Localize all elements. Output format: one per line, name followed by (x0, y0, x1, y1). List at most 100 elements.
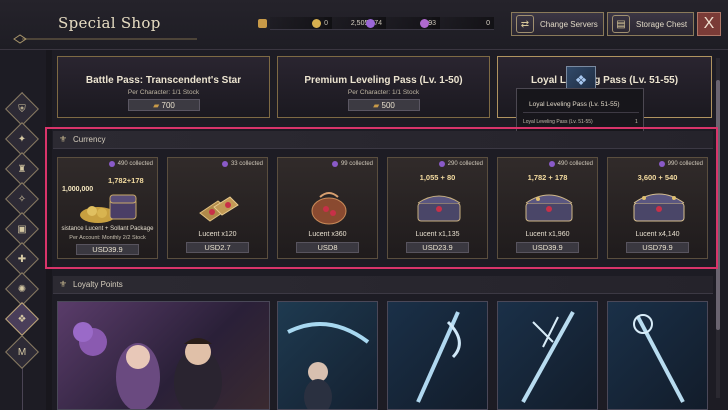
price-button[interactable]: USD39.9 (76, 244, 139, 255)
loyalty-item-weapon-3[interactable] (497, 301, 598, 410)
loyalty-item-weapon-1[interactable] (277, 301, 378, 410)
category-sidebar: ⛨ ✦ ♜ ✧ ▣ ✚ ✺ ❖ M (0, 50, 46, 410)
pass-price: 500 (381, 101, 395, 110)
pass-name: Loyal Leveling Pass (Lv. 51-55) (530, 75, 679, 86)
lucent-icon (221, 161, 228, 167)
ticket-icon: ▰ (153, 101, 160, 110)
server-icon: ⇄ (516, 15, 534, 33)
collected-count: 490 collected (108, 161, 153, 167)
storage-chest-label: Storage Chest (636, 19, 688, 29)
currency-item-lucent-360[interactable]: 99 collected Lucent x360 USD8 (277, 157, 378, 259)
title-ornament (13, 34, 197, 44)
price-button[interactable]: USD8 (296, 242, 359, 253)
storage-chest-button[interactable]: ▤ Storage Chest (607, 12, 694, 36)
item-name: Lucent x1,960 (525, 231, 570, 238)
loyalty-item-weapon-2[interactable] (387, 301, 488, 410)
lucent-icon (548, 161, 555, 167)
sidebar-item-helmet[interactable]: ♜ (5, 152, 39, 186)
scrollbar-thumb[interactable] (716, 80, 720, 330)
pass-icon: ✧ (17, 193, 27, 205)
currency-item-lucent-1135[interactable]: 290 collected 1,055 + 80 Lucent x1,135 U… (387, 157, 488, 259)
collected-count: 490 collected (548, 161, 593, 167)
medal-icon: M (17, 346, 27, 358)
price-button[interactable]: USD39.9 (516, 242, 579, 253)
bonus-amount: 1,055 + 80 (419, 173, 456, 182)
content-left-rail (46, 50, 52, 410)
currency-item-lucent-1960[interactable]: 490 collected 1,782 + 178 Lucent x1,960 … (497, 157, 598, 259)
bonus-amount: 3,600 + 540 (637, 173, 678, 182)
price-button[interactable]: USD23.9 (406, 242, 469, 253)
sollant-value: 0 (432, 16, 494, 30)
treasure-chest-image (80, 194, 137, 223)
item-stock: Per Account: Monthly 2/2 Stock (69, 235, 146, 241)
lucent-icon (366, 18, 375, 28)
weapon-image (521, 311, 575, 403)
collected-count: 990 collected (658, 161, 703, 167)
sollant-icon (420, 18, 429, 28)
pass-card-premium-leveling[interactable]: Premium Leveling Pass (Lv. 1-50) Per Cha… (277, 56, 490, 118)
costume-characters-image (73, 322, 222, 409)
tooltip-item: Loyal Leveling Pass (Lv. 51-55) (523, 119, 593, 125)
lucent-crystals-image (199, 196, 239, 222)
section-title: Currency (73, 135, 106, 144)
sidebar-item-loyalty[interactable]: ❖ (5, 302, 39, 336)
lucent-chest-image (417, 195, 461, 222)
loyalty-item-costume[interactable] (57, 301, 270, 410)
section-title: Loyalty Points (73, 280, 123, 289)
weapon-image (633, 314, 685, 403)
lucent-icon (658, 161, 665, 167)
sidebar-item-crest[interactable]: ✦ (5, 122, 39, 156)
sidebar-item-gift[interactable]: ✚ (5, 242, 39, 276)
ticket-icon (258, 18, 267, 28)
item-name: Lucent x4,140 (635, 231, 680, 238)
lucent-chest-image (633, 193, 685, 222)
pass-card-battle-pass[interactable]: Battle Pass: Transcendent's Star Per Cha… (57, 56, 270, 118)
pass-price-button[interactable]: ▰ 700 (128, 99, 200, 111)
close-button[interactable]: X (697, 12, 721, 36)
lucent-icon (108, 161, 115, 167)
currency-item-lucent-4140[interactable]: 990 collected 3,600 + 540 Lucent x4,140 … (607, 157, 708, 259)
item-name: Lucent x1,135 (415, 231, 460, 238)
tooltip-divider (523, 112, 639, 113)
pass-price-button[interactable]: ▰ 500 (348, 99, 420, 111)
sidebar-item-shield[interactable]: ⛨ (5, 92, 39, 126)
change-servers-label: Change Servers (540, 19, 598, 29)
item-name: Lucent x120 (198, 231, 237, 238)
sidebar-item-special[interactable]: ✺ (5, 272, 39, 306)
item-name: Lucent x360 (308, 231, 347, 238)
lucent-chest-image (525, 194, 573, 222)
loyalty-section-header: ⚜ Loyalty Points (53, 276, 713, 294)
pass-name: Battle Pass: Transcendent's Star (85, 75, 242, 86)
crest-icon: ✦ (17, 133, 27, 145)
sidebar-item-pass[interactable]: ✧ (5, 182, 39, 216)
item-tooltip: Loyal Leveling Pass (Lv. 51-55) Loyal Le… (516, 88, 644, 132)
change-servers-button[interactable]: ⇄ Change Servers (511, 12, 604, 36)
sidebar-item-chest[interactable]: ▣ (5, 212, 39, 246)
page-title: Special Shop (58, 14, 161, 32)
collected-count: 99 collected (331, 161, 373, 167)
helmet-icon: ♜ (17, 163, 27, 175)
sollant-currency: 0 (420, 16, 494, 30)
lucent-icon (331, 161, 338, 167)
loyalty-icon: ❖ (17, 313, 27, 325)
special-icon: ✺ (17, 283, 27, 295)
price-button[interactable]: USD79.9 (626, 242, 689, 253)
ticket-icon: ▰ (373, 101, 380, 110)
currency-item-lucent-120[interactable]: 33 collected Lucent x120 USD2.7 (167, 157, 268, 259)
loyalty-item-weapon-4[interactable] (607, 301, 708, 410)
shield-icon: ⛨ (18, 103, 26, 115)
currency-section-header: ⚜ Currency (53, 131, 713, 149)
chest-icon: ▤ (612, 15, 630, 33)
weapon-image (416, 311, 461, 403)
fleur-icon: ⚜ (59, 279, 68, 289)
tooltip-title: Loyal Leveling Pass (Lv. 51-55) (529, 101, 620, 108)
sidebar-item-medal[interactable]: M (5, 335, 39, 369)
price-button[interactable]: USD2.7 (186, 242, 249, 253)
lucent-pouch-image (311, 192, 347, 225)
pass-price: 700 (161, 101, 175, 110)
bonus-amount: 1,782 + 178 (527, 173, 568, 182)
currency-item-package[interactable]: 490 collected 1,782+178 1,000,000 sistan… (57, 157, 158, 259)
fleur-icon: ⚜ (59, 134, 68, 144)
pass-stock: Per Character: 1/1 Stock (347, 89, 420, 96)
collected-count: 290 collected (438, 161, 483, 167)
